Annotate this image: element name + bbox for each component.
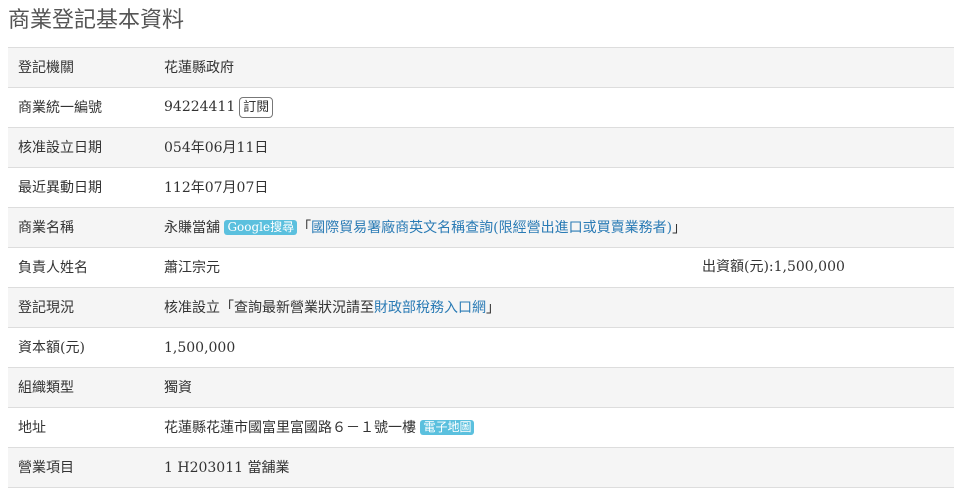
status-value: 核准設立 <box>164 299 220 316</box>
row-status: 登記現況 核准設立「查詢最新營業狀況請至財政部稅務入口網」 <box>8 287 954 328</box>
row-capital: 資本額(元) 1,500,000 <box>8 327 954 368</box>
owner-value: 蕭江宗元 <box>164 259 220 276</box>
row-label: 商業名稱 <box>8 207 154 248</box>
subscribe-button[interactable]: 訂閱 <box>239 97 274 118</box>
bracket-close: 」 <box>672 219 687 236</box>
status-suffix: 」 <box>486 299 500 316</box>
row-label: 最近異動日期 <box>8 167 154 208</box>
row-label: 營業項目 <box>8 447 154 488</box>
row-label: 地址 <box>8 407 154 448</box>
business-items-value: 1 H203011 當舖業 <box>154 447 954 488</box>
row-address: 地址 花蓮縣花蓮市國富里富國路６－１號一樓 電子地圖 <box>8 407 954 448</box>
map-badge[interactable]: 電子地圖 <box>420 419 475 435</box>
address-value: 花蓮縣花蓮市國富里富國路６－１號一樓 <box>164 419 416 436</box>
approve-date-value: 054年06月11日 <box>154 127 954 168</box>
row-label: 資本額(元) <box>8 327 154 368</box>
page-title: 商業登記基本資料 <box>8 8 185 33</box>
capital-value: 1,500,000 <box>154 327 954 368</box>
row-business-items: 營業項目 1 H203011 當舖業 <box>8 447 954 488</box>
authority-value: 花蓮縣政府 <box>154 47 954 88</box>
status-prefix: 「查詢最新營業狀況請至 <box>220 299 374 316</box>
owner-cell: 蕭江宗元 出資額(元):1,500,000 <box>154 247 954 288</box>
row-org-type: 組織類型 獨資 <box>8 367 954 408</box>
row-owner: 負責人姓名 蕭江宗元 出資額(元):1,500,000 <box>8 247 954 288</box>
trade-query-link[interactable]: 國際貿易署廠商英文名稱查詢(限經營出進口或買賣業務者) <box>311 220 672 236</box>
business-name-value: 永賺當舖 <box>164 219 220 236</box>
row-approve-date: 核准設立日期 054年06月11日 <box>8 127 954 168</box>
ubn-cell: 94224411 訂閱 <box>154 87 954 128</box>
row-authority: 登記機關 花蓮縣政府 <box>8 47 954 88</box>
bracket-open: 「 <box>297 219 312 236</box>
row-label: 商業統一編號 <box>8 87 154 128</box>
business-info-table: 登記機關 花蓮縣政府 商業統一編號 94224411 訂閱 核准設立日期 054年… <box>8 47 954 488</box>
row-label: 登記機關 <box>8 47 154 88</box>
row-label: 登記現況 <box>8 287 154 328</box>
row-business-name: 商業名稱 永賺當舖 Google搜尋 「國際貿易署廠商英文名稱查詢(限經營出進口或… <box>8 207 954 248</box>
row-label: 負責人姓名 <box>8 247 154 288</box>
status-cell: 核准設立「查詢最新營業狀況請至財政部稅務入口網」 <box>154 287 954 328</box>
ubn-value: 94224411 <box>164 99 236 115</box>
row-label: 組織類型 <box>8 367 154 408</box>
tax-portal-link[interactable]: 財政部稅務入口網 <box>374 300 486 316</box>
contribution-value: 出資額(元):1,500,000 <box>702 259 845 275</box>
org-type-value: 獨資 <box>154 367 954 408</box>
business-name-cell: 永賺當舖 Google搜尋 「國際貿易署廠商英文名稱查詢(限經營出進口或買賣業務者… <box>154 207 954 248</box>
row-label: 核准設立日期 <box>8 127 154 168</box>
address-cell: 花蓮縣花蓮市國富里富國路６－１號一樓 電子地圖 <box>154 407 954 448</box>
row-change-date: 最近異動日期 112年07月07日 <box>8 167 954 208</box>
google-search-badge[interactable]: Google搜尋 <box>224 219 298 235</box>
row-ubn: 商業統一編號 94224411 訂閱 <box>8 87 954 128</box>
change-date-value: 112年07月07日 <box>154 167 954 208</box>
